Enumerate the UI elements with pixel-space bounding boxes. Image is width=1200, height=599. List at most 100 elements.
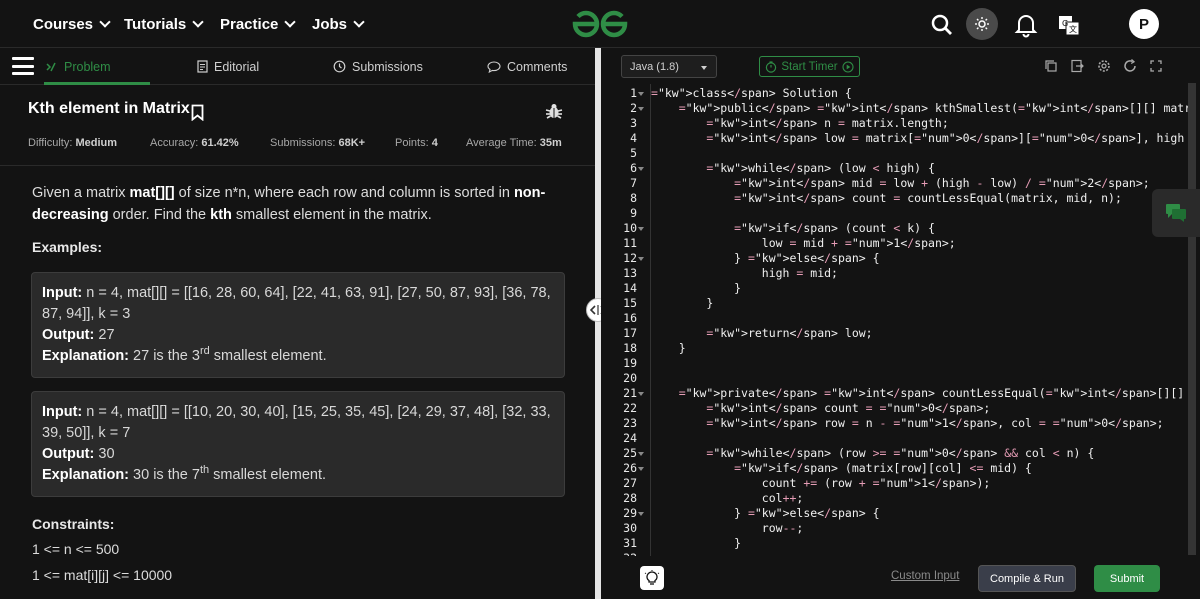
document-icon (197, 60, 208, 73)
line-number: 29 (623, 506, 637, 520)
translate-icon[interactable]: G 文 (1056, 12, 1082, 38)
fold-arrow-icon[interactable] (638, 227, 644, 231)
code-line: ="kw">int</span> low = matrix[="num">0</… (706, 131, 1188, 145)
fold-arrow-icon[interactable] (638, 257, 644, 261)
line-number: 3 (630, 116, 637, 130)
report-bug-icon[interactable] (545, 102, 563, 120)
fold-arrow-icon[interactable] (638, 512, 644, 516)
line-number: 23 (623, 416, 637, 430)
examples-heading: Examples: (32, 239, 103, 255)
example-output: Output: 27 (42, 325, 554, 346)
accuracy-value: 61.42% (201, 137, 239, 149)
ordinal-suffix: th (199, 464, 210, 477)
output-value: 27 (98, 327, 115, 343)
fold-arrow-icon[interactable] (638, 467, 644, 471)
problem-tabs: Problem Editorial Submissions Comments (0, 48, 595, 85)
line-number: 9 (630, 206, 637, 220)
tab-comments-label: Comments (507, 59, 568, 74)
line-number: 25 (623, 446, 637, 460)
example-box: Input: n = 4, mat[][] = [[16, 28, 60, 64… (31, 272, 565, 378)
points-meta: Points: 4 (395, 137, 438, 149)
input-label: Input: (42, 285, 83, 301)
menu-icon[interactable] (12, 57, 34, 75)
code-line: ="kw">return</span> low; (706, 326, 873, 340)
compile-run-button[interactable]: Compile & Run (978, 565, 1076, 592)
tab-problem[interactable]: Problem (46, 48, 111, 85)
avatar-letter: P (1138, 15, 1149, 33)
fold-arrow-icon[interactable] (638, 107, 644, 111)
explanation-text: smallest element. (209, 348, 327, 364)
explanation-label: Explanation: (42, 348, 130, 364)
nav-courses[interactable]: Courses (33, 0, 111, 48)
submissions-label: Submissions: (270, 137, 336, 149)
fullscreen-icon[interactable] (1149, 59, 1163, 73)
line-number: 15 (623, 296, 637, 310)
example-explanation: Explanation: 27 is the 3rd smallest elem… (42, 346, 554, 367)
code-line: ="kw">int</span> row = n - ="num">1</spa… (706, 416, 1164, 430)
line-number: 16 (623, 311, 637, 325)
code-line: high = mid; (651, 266, 838, 280)
line-number: 24 (623, 431, 637, 445)
nav-tutorials-label: Tutorials (124, 15, 187, 33)
bookmark-icon[interactable] (191, 104, 204, 121)
constraint-item: 1 <= n <= 500 (32, 541, 120, 557)
hint-button[interactable] (640, 566, 664, 590)
example-box: Input: n = 4, mat[][] = [[10, 20, 30, 40… (31, 391, 565, 497)
fold-arrow-icon[interactable] (638, 452, 644, 456)
line-number: 6 (630, 161, 637, 175)
accuracy-label: Accuracy: (150, 137, 199, 149)
nav-courses-label: Courses (33, 15, 94, 33)
output-label: Output: (42, 327, 95, 343)
settings-gear-icon[interactable] (1097, 59, 1111, 73)
fold-arrow-icon[interactable] (638, 92, 644, 96)
example-explanation: Explanation: 30 is the 7th smallest elem… (42, 465, 554, 486)
gfg-logo-icon[interactable] (571, 9, 629, 39)
search-icon[interactable] (929, 12, 955, 38)
custom-input-link[interactable]: Custom Input (891, 570, 959, 582)
difficulty-label: Difficulty: (28, 137, 73, 149)
fold-arrow-icon[interactable] (638, 392, 644, 396)
editor-actions-bar: Custom Input Compile & Run Submit (601, 556, 1200, 599)
tab-submissions[interactable]: Submissions (333, 48, 423, 85)
copy-icon[interactable] (1044, 59, 1058, 73)
example-input: Input: n = 4, mat[][] = [[10, 20, 30, 40… (42, 402, 554, 444)
language-select[interactable]: Java (1.8) (621, 55, 717, 78)
code-editor[interactable]: 1 2 3 4 5 6 7 8 9 10 11 12 13 14 15 16 17 18 19 20 21 22 23 24 2… (617, 84, 1188, 556)
tab-editorial[interactable]: Editorial (197, 48, 259, 85)
nav-jobs[interactable]: Jobs (312, 0, 365, 48)
chat-button[interactable] (1152, 189, 1200, 237)
line-number: 26 (623, 461, 637, 475)
example-input: Input: n = 4, mat[][] = [[16, 28, 60, 64… (42, 283, 554, 325)
line-number: 1 (630, 86, 637, 100)
code-line: ="kw">if</span> (count < k) { (734, 221, 935, 235)
bell-icon[interactable] (1013, 12, 1039, 38)
submit-button[interactable]: Submit (1094, 565, 1160, 592)
desc-bold: kth (210, 207, 232, 223)
ordinal-suffix: rd (199, 345, 210, 358)
line-number: 19 (623, 356, 637, 370)
nav-practice[interactable]: Practice (220, 0, 297, 48)
tab-problem-label: Problem (64, 59, 111, 74)
start-timer-label: Start Timer (781, 60, 838, 73)
editor-vertical-scrollbar[interactable] (1188, 83, 1196, 555)
scrollbar-thumb[interactable] (1188, 83, 1196, 555)
fold-arrow-icon[interactable] (638, 167, 644, 171)
chevron-down-icon (192, 15, 204, 28)
code-line: } (651, 296, 714, 310)
chevron-down-icon (353, 15, 365, 28)
code-line: } (651, 281, 742, 295)
start-timer-button[interactable]: Start Timer (759, 56, 860, 77)
nav-tutorials[interactable]: Tutorials (124, 0, 204, 48)
avatar[interactable]: P (1129, 9, 1159, 39)
sun-icon (975, 17, 989, 31)
tab-comments[interactable]: Comments (487, 48, 567, 85)
theme-toggle-button[interactable] (966, 8, 998, 40)
input-label: Input: (42, 404, 83, 420)
tab-editorial-label: Editorial (214, 59, 260, 74)
code-line: } (651, 536, 742, 550)
tab-submissions-label: Submissions (352, 59, 423, 74)
line-number: 18 (623, 341, 637, 355)
export-icon[interactable] (1070, 59, 1084, 73)
submissions-value: 68K+ (338, 137, 366, 149)
reset-icon[interactable] (1123, 59, 1137, 73)
